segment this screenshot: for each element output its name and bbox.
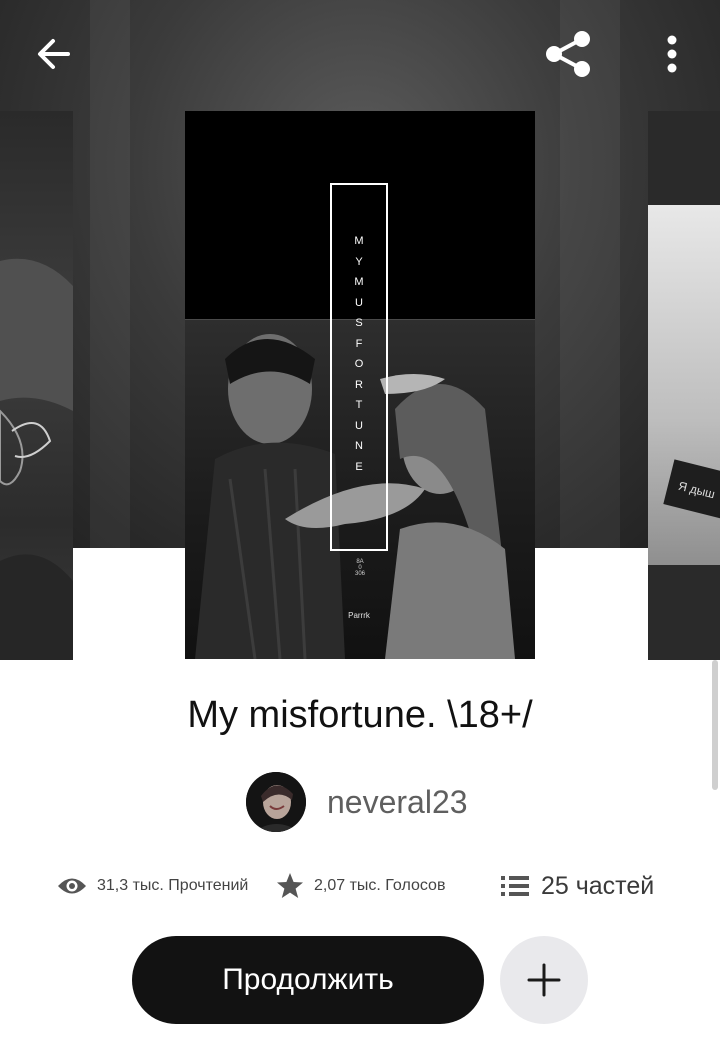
cover-small-line: 306 [354, 571, 365, 577]
cover-author-mark: Parrrk [348, 611, 370, 620]
star-icon [277, 873, 303, 898]
share-icon [546, 31, 590, 77]
cover-letter: T [355, 399, 363, 411]
cover-letter: O [354, 358, 364, 370]
cover-letter: S [355, 317, 363, 329]
plus-icon [527, 963, 561, 997]
author-avatar[interactable] [246, 772, 306, 832]
parts-stat[interactable]: 25 частей [501, 866, 654, 906]
top-app-bar [0, 0, 720, 110]
reads-count: 31,3 тыс. Прочтений [97, 877, 249, 894]
share-button[interactable] [530, 20, 606, 88]
cover-letter: U [355, 419, 363, 432]
cover-small-text: 8A 0 306 [337, 559, 383, 577]
add-to-library-button[interactable] [500, 936, 588, 1024]
eye-icon [58, 878, 86, 894]
author-name[interactable]: neveral23 [327, 784, 468, 821]
scrollbar[interactable] [712, 660, 718, 790]
more-options-button[interactable] [646, 24, 698, 84]
cover-letter: U [355, 296, 363, 309]
cover-letter: M [354, 235, 364, 247]
previous-story-cover[interactable] [0, 111, 73, 660]
next-story-cover[interactable]: Я дыш [648, 111, 720, 660]
cover-letter: F [355, 337, 363, 350]
continue-reading-button[interactable]: Продолжить [132, 936, 484, 1024]
more-vertical-icon [667, 35, 677, 73]
votes-stat: 2,07 тыс. Голосов [276, 866, 445, 906]
cover-title-letters: M Y M U S F O R T U N E [330, 231, 388, 477]
reads-stat: 31,3 тыс. Прочтений [57, 866, 248, 906]
story-stats: 31,3 тыс. Прочтений 2,07 тыс. Голосов 25… [57, 866, 677, 906]
author-link[interactable]: neveral23 [246, 772, 468, 832]
previous-cover-art [0, 258, 73, 660]
story-cover[interactable]: M Y M U S F O R T U N E 8A 0 306 Parrrk [185, 111, 535, 659]
arrow-left-icon [38, 39, 70, 69]
story-title: My misfortune. \18+/ [187, 694, 533, 736]
cover-letter: R [355, 378, 363, 391]
list-icon [501, 876, 529, 896]
parts-count[interactable]: 25 частей [541, 872, 654, 901]
cover-letter: Y [355, 255, 363, 268]
avatar-image [246, 772, 306, 832]
cover-letter: N [355, 440, 363, 452]
cover-letter: E [355, 460, 363, 473]
back-button[interactable] [22, 24, 86, 84]
votes-count: 2,07 тыс. Голосов [314, 877, 446, 894]
cover-letter: M [354, 276, 364, 288]
